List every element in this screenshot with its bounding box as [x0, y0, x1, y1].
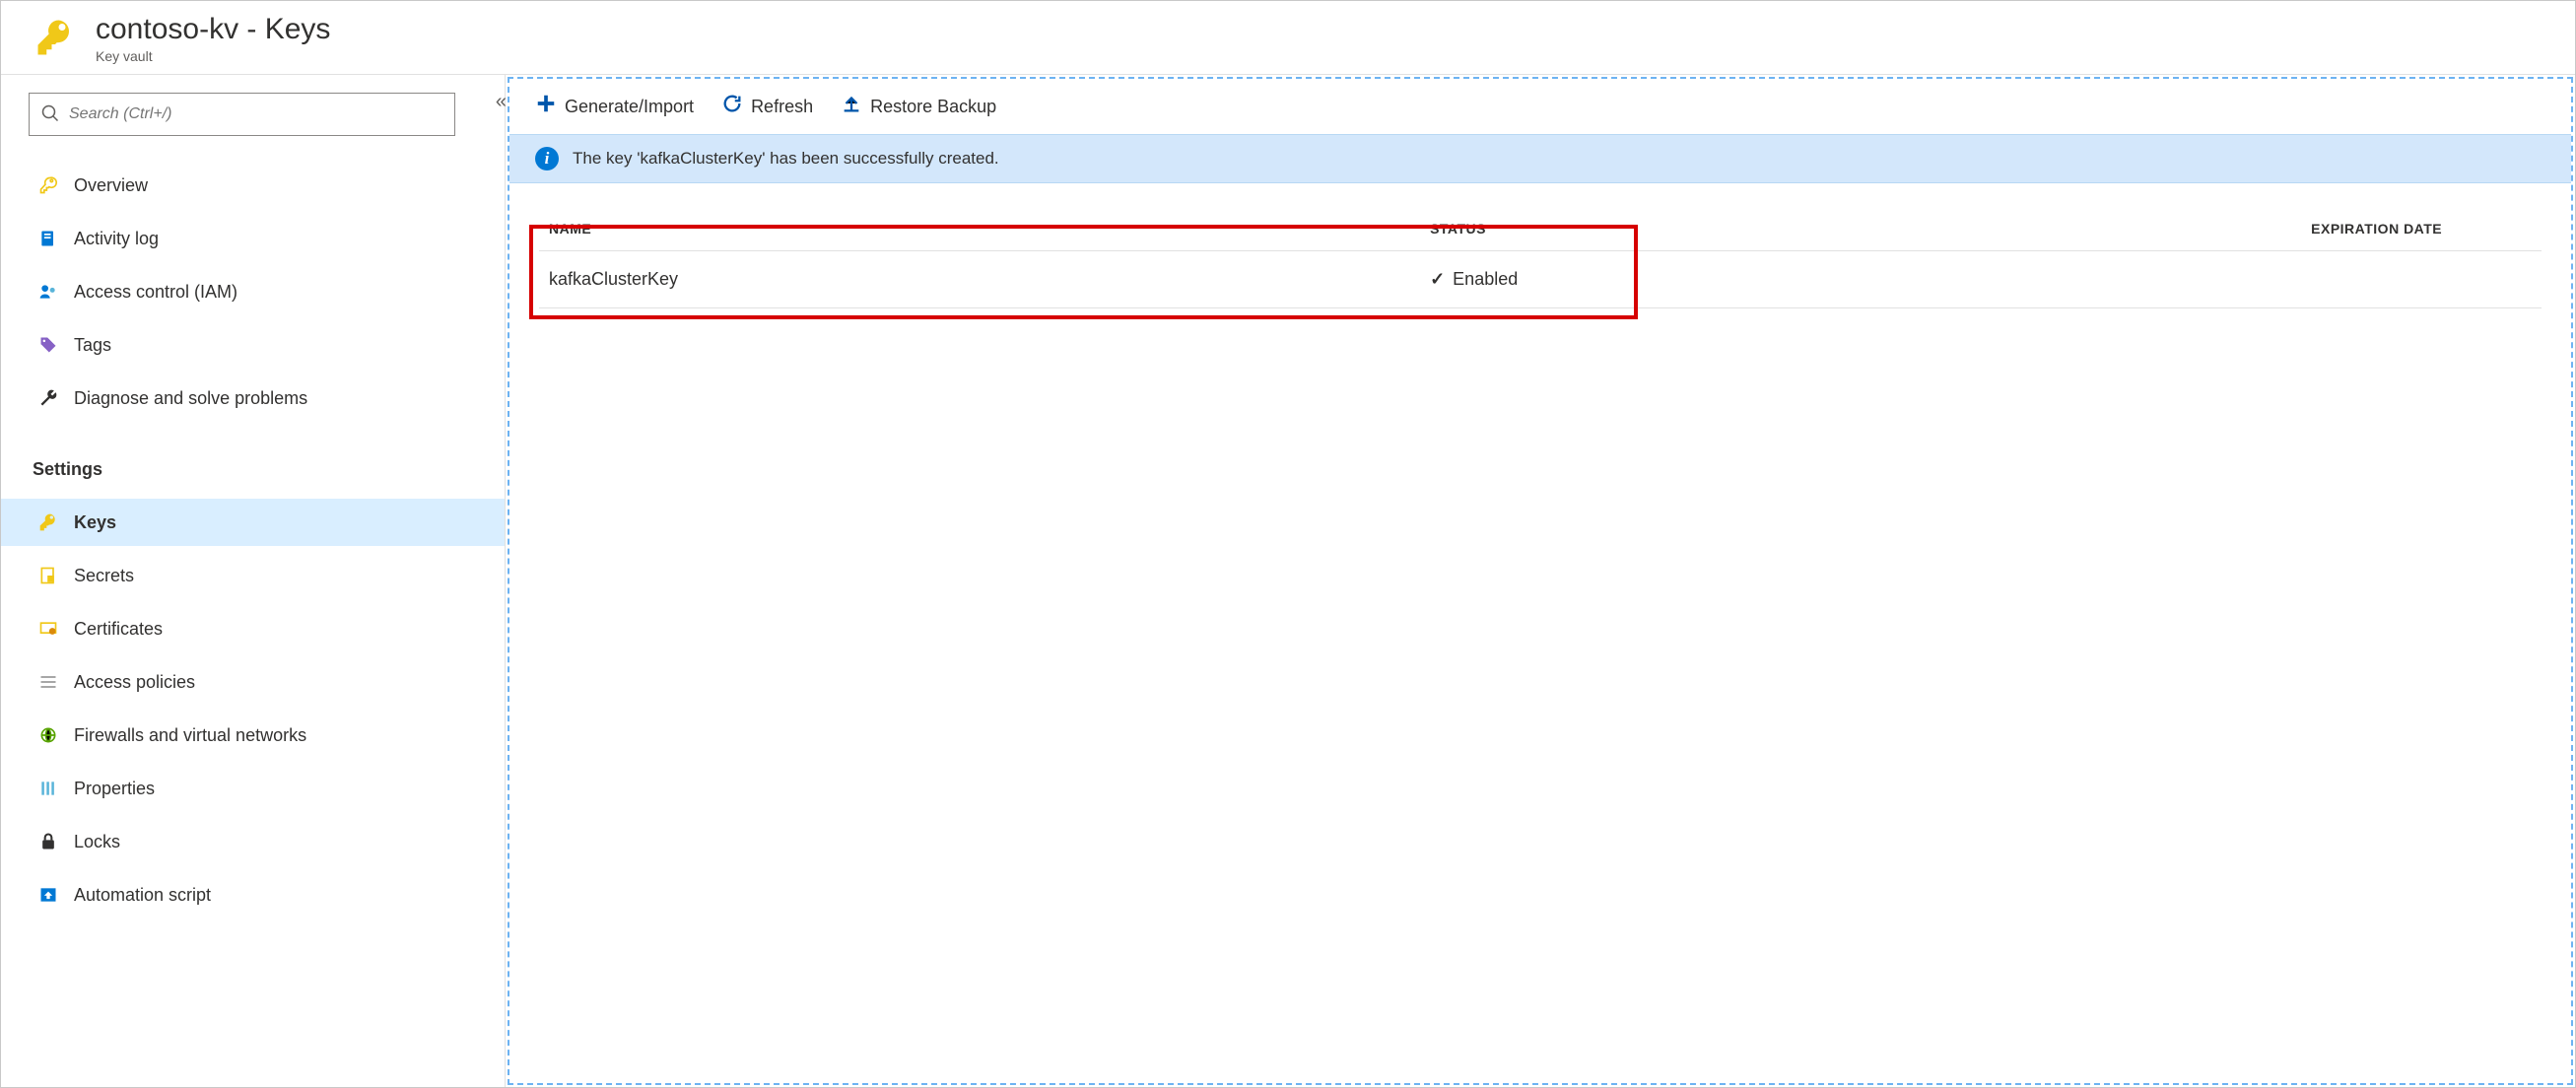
restore-icon	[841, 93, 862, 120]
sidebar-item-certificates[interactable]: Certificates	[29, 605, 485, 652]
iam-icon	[36, 282, 60, 302]
info-icon: i	[535, 147, 559, 170]
sidebar-item-tags[interactable]: Tags	[29, 321, 485, 369]
sidebar-item-label: Tags	[74, 335, 111, 356]
sidebar-item-secrets[interactable]: Secrets	[29, 552, 485, 599]
sidebar-item-label: Activity log	[74, 229, 159, 249]
sidebar-item-keys[interactable]: Keys	[1, 499, 505, 546]
sidebar-item-label: Keys	[74, 512, 116, 533]
sidebar-item-firewalls[interactable]: Firewalls and virtual networks	[29, 712, 485, 759]
tag-icon	[36, 335, 60, 355]
sidebar: « Overview Activity log Access control (…	[1, 75, 506, 1087]
refresh-icon	[721, 93, 743, 120]
search-icon	[41, 104, 59, 125]
key-outline-icon	[36, 175, 60, 195]
keys-table: NAME STATUS EXPIRATION DATE kafkaCluster…	[539, 207, 2542, 308]
sidebar-item-label: Automation script	[74, 885, 211, 906]
cell-status: ✓Enabled	[1420, 251, 2301, 308]
sidebar-item-automation-script[interactable]: Automation script	[29, 871, 485, 918]
plus-icon	[535, 93, 557, 120]
toolbar: Generate/Import Refresh Restore Backup	[509, 79, 2571, 134]
toolbar-label: Generate/Import	[565, 97, 694, 117]
sidebar-item-diagnose[interactable]: Diagnose and solve problems	[29, 374, 485, 422]
cell-name: kafkaClusterKey	[539, 251, 1420, 308]
firewall-icon	[36, 725, 60, 745]
sidebar-item-label: Access policies	[74, 672, 195, 693]
collapse-sidebar-icon[interactable]: «	[496, 91, 507, 113]
wrench-icon	[36, 388, 60, 408]
sidebar-item-label: Certificates	[74, 619, 163, 640]
policies-icon	[36, 672, 60, 692]
table-header-expiration[interactable]: EXPIRATION DATE	[2301, 207, 2542, 251]
table-header-name[interactable]: NAME	[539, 207, 1420, 251]
sidebar-item-label: Properties	[74, 779, 155, 799]
sidebar-item-access-policies[interactable]: Access policies	[29, 658, 485, 706]
notification-text: The key 'kafkaClusterKey' has been succe…	[573, 149, 999, 169]
sidebar-item-label: Overview	[74, 175, 148, 196]
sidebar-item-locks[interactable]: Locks	[29, 818, 485, 865]
generate-import-button[interactable]: Generate/Import	[535, 93, 694, 120]
restore-backup-button[interactable]: Restore Backup	[841, 93, 996, 120]
sidebar-item-label: Firewalls and virtual networks	[74, 725, 306, 746]
script-icon	[36, 885, 60, 905]
page-title: contoso-kv - Keys	[96, 13, 330, 46]
sidebar-item-label: Access control (IAM)	[74, 282, 237, 303]
refresh-button[interactable]: Refresh	[721, 93, 813, 120]
check-icon: ✓	[1430, 269, 1445, 289]
main-content: Generate/Import Refresh Restore Backup i…	[508, 77, 2573, 1085]
log-icon	[36, 229, 60, 248]
key-vault-icon	[34, 17, 76, 61]
sidebar-item-access-control[interactable]: Access control (IAM)	[29, 268, 485, 315]
table-header-status[interactable]: STATUS	[1420, 207, 2301, 251]
blade-header: contoso-kv - Keys Key vault	[1, 1, 2575, 75]
sidebar-item-label: Secrets	[74, 566, 134, 586]
sidebar-item-label: Locks	[74, 832, 120, 852]
sidebar-item-overview[interactable]: Overview	[29, 162, 485, 209]
sidebar-heading-settings: Settings	[29, 445, 485, 493]
sidebar-item-label: Diagnose and solve problems	[74, 388, 307, 409]
success-notification: i The key 'kafkaClusterKey' has been suc…	[509, 134, 2571, 183]
key-icon	[36, 512, 60, 532]
table-row[interactable]: kafkaClusterKey ✓Enabled	[539, 251, 2542, 308]
toolbar-label: Refresh	[751, 97, 813, 117]
cert-icon	[36, 619, 60, 639]
page-subtitle: Key vault	[96, 48, 330, 64]
sidebar-item-properties[interactable]: Properties	[29, 765, 485, 812]
toolbar-label: Restore Backup	[870, 97, 996, 117]
sidebar-search[interactable]	[29, 93, 455, 136]
lock-icon	[36, 832, 60, 851]
secret-icon	[36, 566, 60, 585]
search-input[interactable]	[69, 105, 442, 123]
sidebar-item-activity-log[interactable]: Activity log	[29, 215, 485, 262]
cell-expiration	[2301, 251, 2542, 308]
props-icon	[36, 779, 60, 798]
